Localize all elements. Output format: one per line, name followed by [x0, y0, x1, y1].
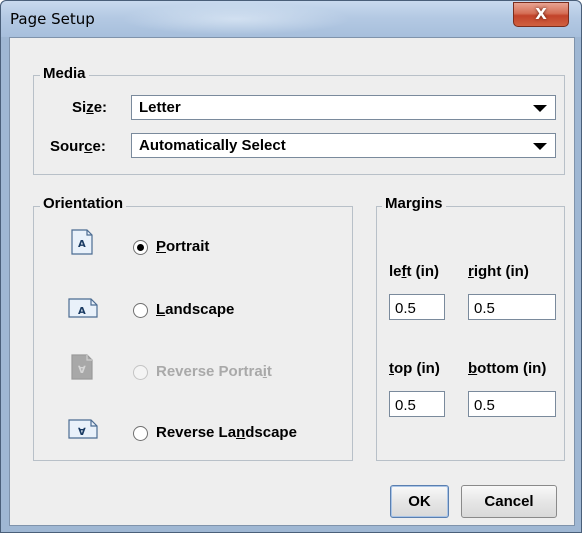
size-label: Size: [72, 99, 108, 116]
source-select-value: Automatically Select [139, 137, 286, 154]
ok-button[interactable]: OK [390, 485, 449, 518]
svg-text:∀: ∀ [78, 365, 86, 376]
margins-group [376, 206, 565, 461]
svg-text:A: A [78, 239, 86, 250]
landscape-icon: A [68, 298, 98, 318]
title-bar[interactable]: Page Setup X [1, 1, 581, 37]
landscape-label[interactable]: Landscape [156, 301, 234, 318]
title-bar-glow [121, 3, 351, 35]
source-select[interactable]: Automatically Select [131, 133, 556, 158]
close-icon: X [535, 5, 547, 23]
reverse-portrait-icon: ∀ [71, 354, 93, 380]
landscape-radio[interactable] [133, 303, 148, 318]
bottom-margin-input[interactable]: 0.5 [468, 391, 556, 417]
reverse-landscape-radio[interactable] [133, 426, 148, 441]
portrait-label[interactable]: Portrait [156, 238, 209, 255]
size-select-value: Letter [139, 99, 181, 116]
source-label: Source: [50, 138, 106, 155]
left-margin-label: left (in) [389, 263, 439, 280]
reverse-portrait-label: Reverse Portrait [156, 363, 272, 380]
media-legend: Media [40, 65, 89, 82]
dialog-body: Media Size: Letter Source: Automatically… [9, 37, 575, 526]
svg-text:A: A [78, 306, 86, 317]
right-margin-input[interactable]: 0.5 [468, 294, 556, 320]
chevron-down-icon [533, 143, 547, 150]
left-margin-input[interactable]: 0.5 [389, 294, 445, 320]
margins-legend: Margins [382, 195, 446, 212]
top-margin-input[interactable]: 0.5 [389, 391, 445, 417]
right-margin-label: right (in) [468, 263, 529, 280]
page-setup-dialog: Page Setup X Media Size: Letter Source: … [0, 0, 582, 533]
reverse-landscape-label[interactable]: Reverse Landscape [156, 424, 297, 441]
top-margin-label: top (in) [389, 360, 440, 377]
media-group [33, 75, 565, 175]
chevron-down-icon [533, 105, 547, 112]
window-title: Page Setup [10, 10, 95, 28]
portrait-radio[interactable] [133, 240, 148, 255]
reverse-landscape-icon: ∀ [68, 419, 98, 439]
close-button[interactable]: X [513, 2, 569, 27]
orientation-legend: Orientation [40, 195, 127, 212]
size-select[interactable]: Letter [131, 95, 556, 120]
cancel-button[interactable]: Cancel [461, 485, 557, 518]
bottom-margin-label: bottom (in) [468, 360, 547, 377]
portrait-icon: A [71, 229, 93, 255]
reverse-portrait-radio [133, 365, 148, 380]
svg-text:∀: ∀ [78, 427, 86, 438]
